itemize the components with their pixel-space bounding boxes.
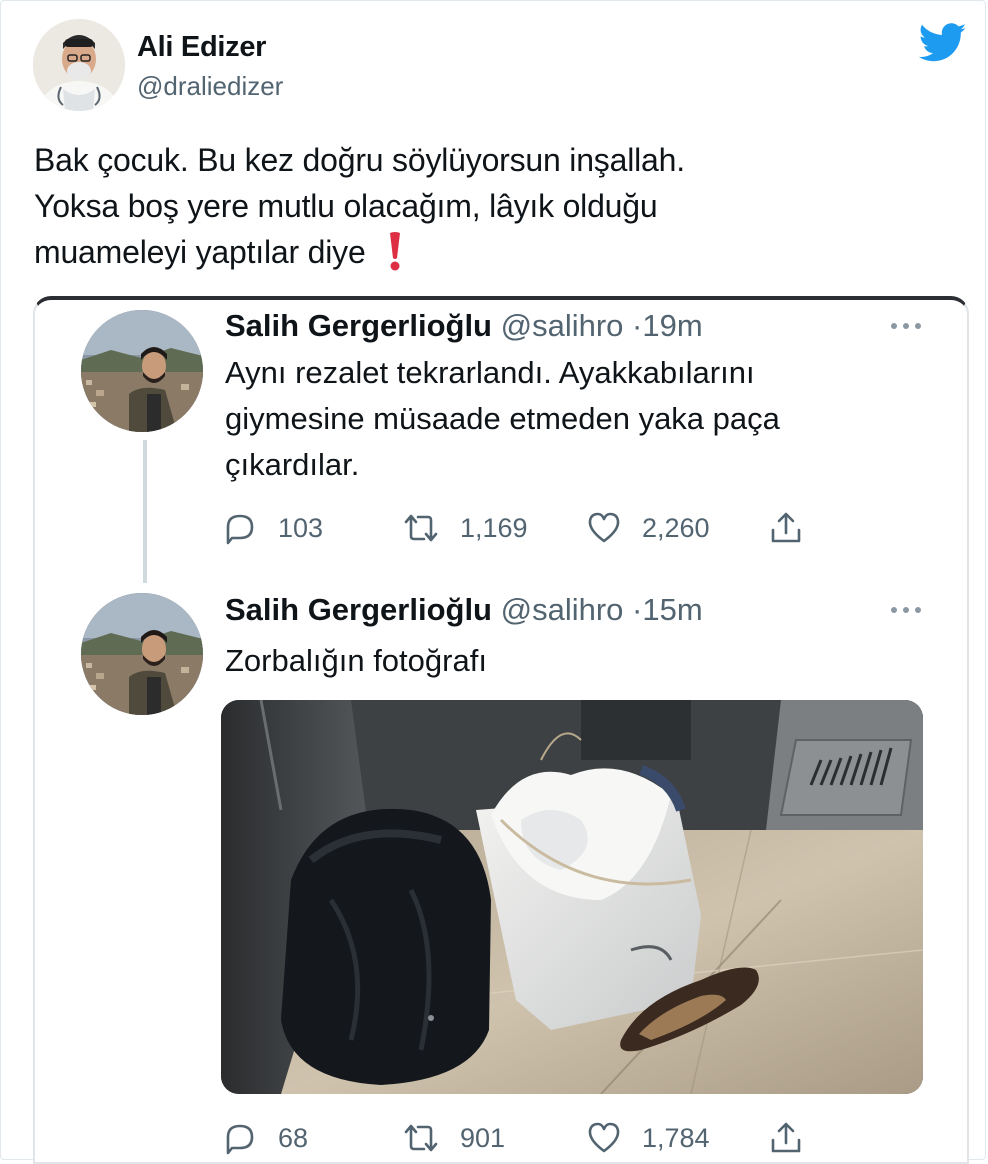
quoted-tweet-header: Salih Gergerlioğlu @salihro ·19m bbox=[225, 308, 703, 344]
like-button[interactable]: 1,784 bbox=[584, 1118, 710, 1158]
quoted-avatar[interactable] bbox=[81, 593, 203, 715]
retweet-icon bbox=[404, 1124, 438, 1152]
share-button[interactable] bbox=[766, 508, 824, 548]
quoted-avatar[interactable] bbox=[81, 310, 203, 432]
attached-photo[interactable] bbox=[221, 700, 923, 1094]
quoted-text-line: giymesine müsaade etmeden yaka paça bbox=[225, 401, 780, 436]
retweet-button[interactable]: 1,169 bbox=[400, 508, 528, 548]
quoted-text-line: Aynı rezalet tekrarlandı. Ayakkabılarını bbox=[225, 355, 755, 390]
quoted-timestamp[interactable]: 15m bbox=[642, 592, 702, 627]
quoted-text-line: çıkardılar. bbox=[225, 447, 360, 482]
quoted-author-name[interactable]: Salih Gergerlioğlu bbox=[225, 308, 492, 343]
meta-separator: · bbox=[632, 308, 643, 343]
meta-separator: · bbox=[632, 592, 643, 627]
exclamation-mark-emoji bbox=[388, 231, 402, 283]
heart-icon bbox=[588, 512, 620, 543]
thread-line bbox=[143, 440, 147, 583]
retweet-button[interactable]: 901 bbox=[400, 1118, 505, 1158]
retweet-count: 1,169 bbox=[460, 512, 528, 543]
tweet-text-line: Bak çocuk. Bu kez doğru söylüyorsun inşa… bbox=[34, 142, 685, 178]
quoted-tweet-header: Salih Gergerlioğlu @salihro ·15m bbox=[225, 592, 703, 628]
tweet-text-line: Yoksa boş yere mutlu olacağım, lâyık old… bbox=[34, 188, 658, 224]
quoted-action-bar: 68 901 1,784 bbox=[220, 1118, 840, 1158]
author-avatar[interactable] bbox=[33, 19, 125, 111]
reply-icon bbox=[226, 514, 254, 545]
quoted-author-handle[interactable]: @salihro bbox=[501, 308, 624, 343]
reply-count: 68 bbox=[278, 1122, 309, 1153]
quoted-tweet-text: Aynı rezalet tekrarlandı. Ayakkabılarını… bbox=[225, 350, 780, 488]
like-button[interactable]: 2,260 bbox=[584, 508, 710, 548]
author-handle[interactable]: @draliedizer bbox=[137, 71, 283, 102]
tweet-text: Bak çocuk. Bu kez doğru söylüyorsun inşa… bbox=[34, 137, 934, 281]
retweet-icon bbox=[404, 514, 438, 542]
reply-button[interactable]: 103 bbox=[220, 508, 323, 548]
more-dots-icon[interactable] bbox=[889, 605, 923, 615]
share-button[interactable] bbox=[766, 1118, 824, 1158]
like-count: 1,784 bbox=[642, 1122, 710, 1153]
twitter-bird-icon[interactable] bbox=[919, 23, 967, 63]
reply-icon bbox=[226, 1124, 254, 1155]
tweet-card: Ali Edizer @draliedizer Bak çocuk. Bu ke… bbox=[0, 0, 986, 1164]
quoted-timestamp[interactable]: 19m bbox=[642, 308, 702, 343]
more-dots-icon[interactable] bbox=[889, 321, 923, 331]
quoted-screenshot[interactable]: Salih Gergerlioğlu @salihro ·19m Aynı re… bbox=[33, 296, 969, 1164]
share-icon bbox=[771, 1122, 801, 1153]
author-name[interactable]: Ali Edizer bbox=[137, 31, 266, 64]
heart-icon bbox=[588, 1122, 620, 1153]
quoted-author-name[interactable]: Salih Gergerlioğlu bbox=[225, 592, 492, 627]
share-icon bbox=[771, 512, 801, 543]
tweet-text-line: muameleyi yaptılar diye bbox=[34, 229, 934, 281]
retweet-count: 901 bbox=[460, 1122, 506, 1153]
reply-button[interactable]: 68 bbox=[220, 1118, 308, 1158]
quoted-action-bar: 103 1,169 2,260 bbox=[220, 508, 840, 548]
like-count: 2,260 bbox=[642, 512, 710, 543]
quoted-tweet-text: Zorbalığın fotoğrafı bbox=[225, 638, 487, 684]
quoted-text-line: Zorbalığın fotoğrafı bbox=[225, 643, 487, 678]
reply-count: 103 bbox=[278, 512, 324, 543]
quoted-author-handle[interactable]: @salihro bbox=[501, 592, 624, 627]
